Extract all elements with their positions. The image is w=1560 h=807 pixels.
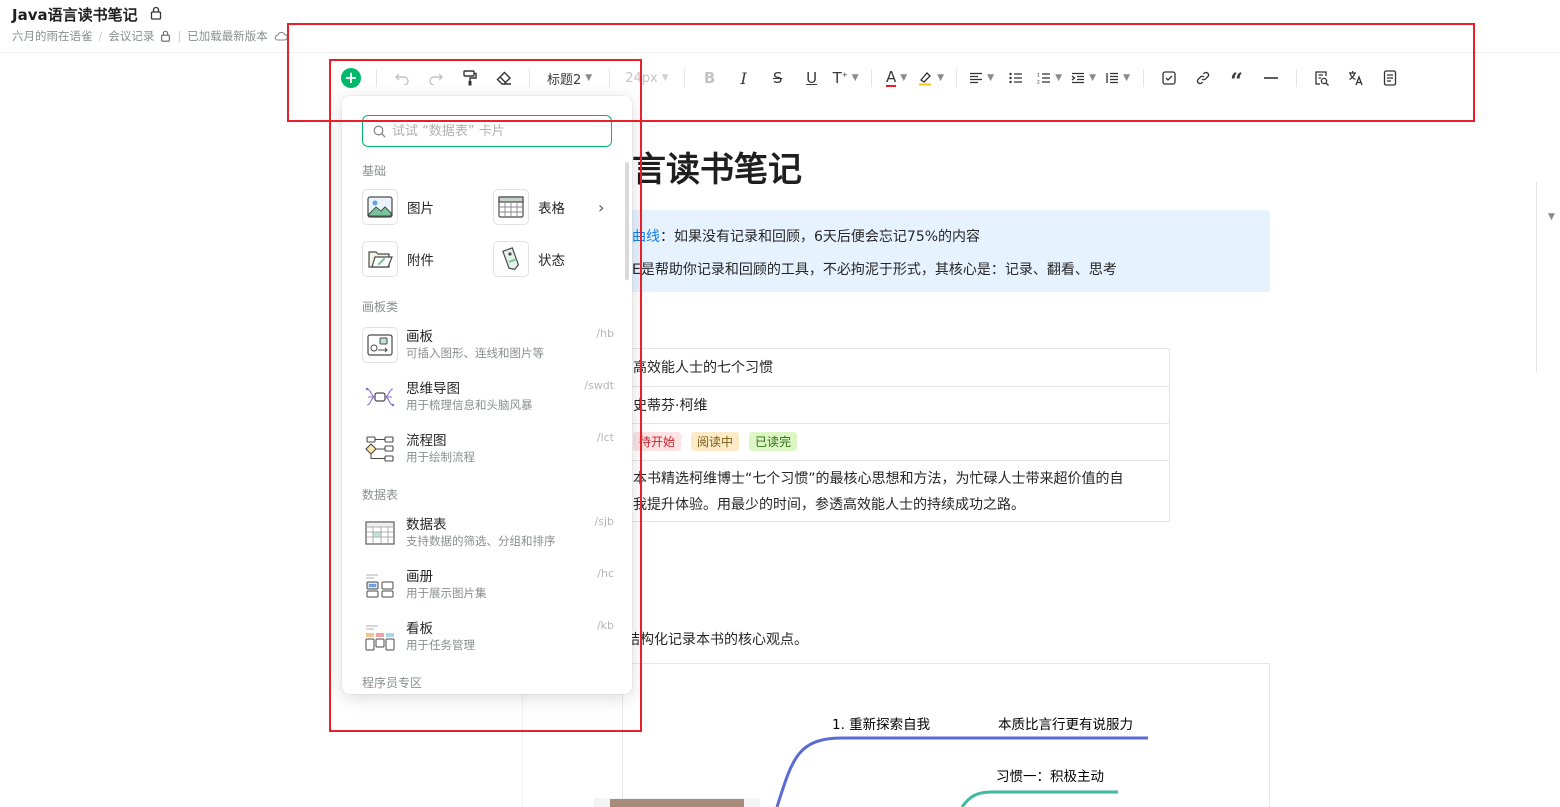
breadcrumb-separator: / bbox=[98, 29, 103, 43]
summary-line-1[interactable]: 本书精选柯维博士“七个习惯”的最核心思想和方法，为忙碌人士带来超价值的自 bbox=[633, 468, 1124, 488]
breadcrumb-space[interactable]: 六月的雨在语雀 bbox=[12, 28, 93, 44]
callout-line-2[interactable]: E是帮助你记录和回顾的工具，不必拘泥于形式，其核心是：记录、翻看、思考 bbox=[632, 259, 1117, 279]
intro-paragraph[interactable]: 结构化记录本书的核心观点。 bbox=[626, 629, 808, 649]
mindmap-node: 习惯一：积极主动 bbox=[996, 768, 1104, 785]
right-scrollbar-track[interactable] bbox=[1536, 182, 1537, 372]
breadcrumb-book[interactable]: 会议记录 bbox=[108, 28, 154, 44]
breadcrumb-separator: | bbox=[177, 29, 182, 43]
mindmap-node: 本质比言行更有说服力 bbox=[998, 717, 1133, 733]
table-row[interactable]: 高效能人士的七个习惯 bbox=[621, 348, 1169, 386]
book-info-table: 高效能人士的七个习惯 史蒂芬·柯维 待开始 阅读中 已读完 本书精选柯维博士“七个习… bbox=[620, 348, 1170, 522]
status-cell[interactable]: 待开始 阅读中 已读完 bbox=[633, 432, 807, 451]
mindmap-branch-2 bbox=[960, 790, 1118, 807]
summary-line-2[interactable]: 我提升体验。用最少的时间，参透高效能人士的持续成功之路。 bbox=[633, 494, 1025, 514]
lock-icon bbox=[161, 30, 171, 42]
table-row[interactable]: 史蒂芬·柯维 bbox=[621, 386, 1169, 423]
status-badge[interactable]: 阅读中 bbox=[691, 432, 740, 451]
book-title-cell[interactable]: 高效能人士的七个习惯 bbox=[633, 357, 773, 377]
annotation-box-panel bbox=[329, 59, 642, 732]
caret-down-icon[interactable]: ▼ bbox=[1548, 212, 1555, 222]
breadcrumb: 六月的雨在语雀 / 会议记录 | 已加载最新版本 bbox=[12, 28, 288, 44]
cloud-icon bbox=[274, 31, 288, 41]
lock-icon bbox=[150, 6, 162, 20]
mindmap-node: 1. 重新探索自我 bbox=[832, 717, 931, 733]
mindmap-image-thumb bbox=[610, 799, 744, 807]
author-cell[interactable]: 史蒂芬·柯维 bbox=[633, 395, 707, 415]
document-heading[interactable]: 言读书笔记 bbox=[632, 142, 802, 191]
callout-block[interactable] bbox=[622, 210, 1270, 292]
callout-line-1[interactable]: 曲线：如果没有记录和回顾，6天后便会忘记75%的内容 bbox=[632, 226, 980, 246]
save-status: 已加载最新版本 bbox=[187, 29, 268, 43]
status-badge[interactable]: 已读完 bbox=[749, 432, 798, 451]
table-row[interactable]: 待开始 阅读中 已读完 bbox=[621, 423, 1169, 460]
document-title: Java语言读书笔记 bbox=[12, 6, 138, 24]
table-row[interactable]: 本书精选柯维博士“七个习惯”的最核心思想和方法，为忙碌人士带来超价值的自 我提升… bbox=[621, 460, 1169, 522]
callout-text-1: ：如果没有记录和回顾，6天后便会忘记75%的内容 bbox=[660, 229, 981, 245]
